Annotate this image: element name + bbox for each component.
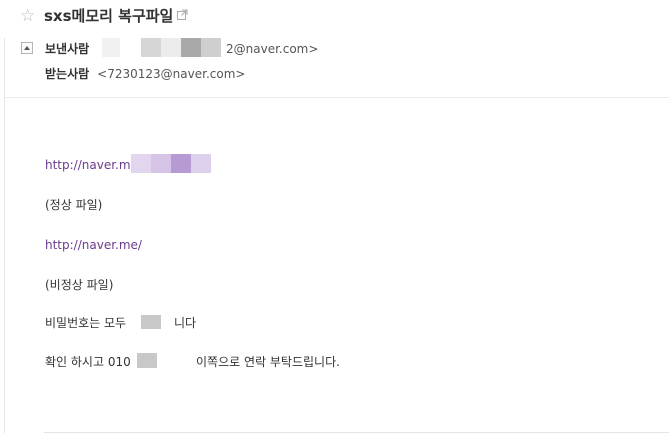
sender-row: 보낸사람 [45,41,89,57]
redacted-block [141,315,161,329]
redacted-block [191,154,211,173]
header-divider [5,97,669,98]
star-icon[interactable]: ☆ [20,6,35,26]
body-link-2[interactable]: http://naver.me/ [45,238,142,252]
recipient-address[interactable]: <7230123@naver.com> [97,67,245,81]
subject-text: sxs메모리 복구파일 [44,7,174,25]
contact-suffix: 이쪽으로 연락 부탁드립니다. [196,355,340,369]
body-contact-suffix-row: 이쪽으로 연락 부탁드립니다. [196,354,340,370]
redacted-block [171,154,191,173]
redacted-block [137,353,157,368]
body-password-line: 비밀번호는 모두 [45,315,126,331]
body-password-suffix-row: 니다 [174,315,196,331]
body-link-1-row: http://naver.me [45,157,138,173]
redacted-block [151,154,171,173]
popout-icon[interactable] [177,4,188,26]
redacted-block [201,38,221,57]
contact-prefix: 확인 하시고 010 [45,355,131,369]
collapse-header-button[interactable] [21,42,33,54]
redacted-block [131,154,151,173]
password-suffix: 니다 [174,316,197,330]
redacted-block [161,38,181,57]
body-line-abnormal: (비정상 파일) [45,278,114,292]
body-link-2-row: http://naver.me/ [45,237,142,253]
body-contact-line: 확인 하시고 010 [45,354,131,370]
redacted-block [181,38,201,57]
redacted-block [102,38,120,57]
recipient-label: 받는사람 [45,67,90,81]
sender-address[interactable]: 2@naver.com> [226,41,318,57]
redacted-block [141,38,161,57]
mail-subject: sxs메모리 복구파일 [44,5,188,28]
sender-label: 보낸사람 [45,42,90,56]
sender-address-text: 2@naver.com> [226,42,319,56]
body-link-1[interactable]: http://naver.me [45,158,138,172]
recipient-row: 받는사람 <7230123@naver.com> [45,66,245,82]
password-prefix: 비밀번호는 모두 [45,316,127,330]
body-line-normal: (정상 파일) [45,198,103,212]
